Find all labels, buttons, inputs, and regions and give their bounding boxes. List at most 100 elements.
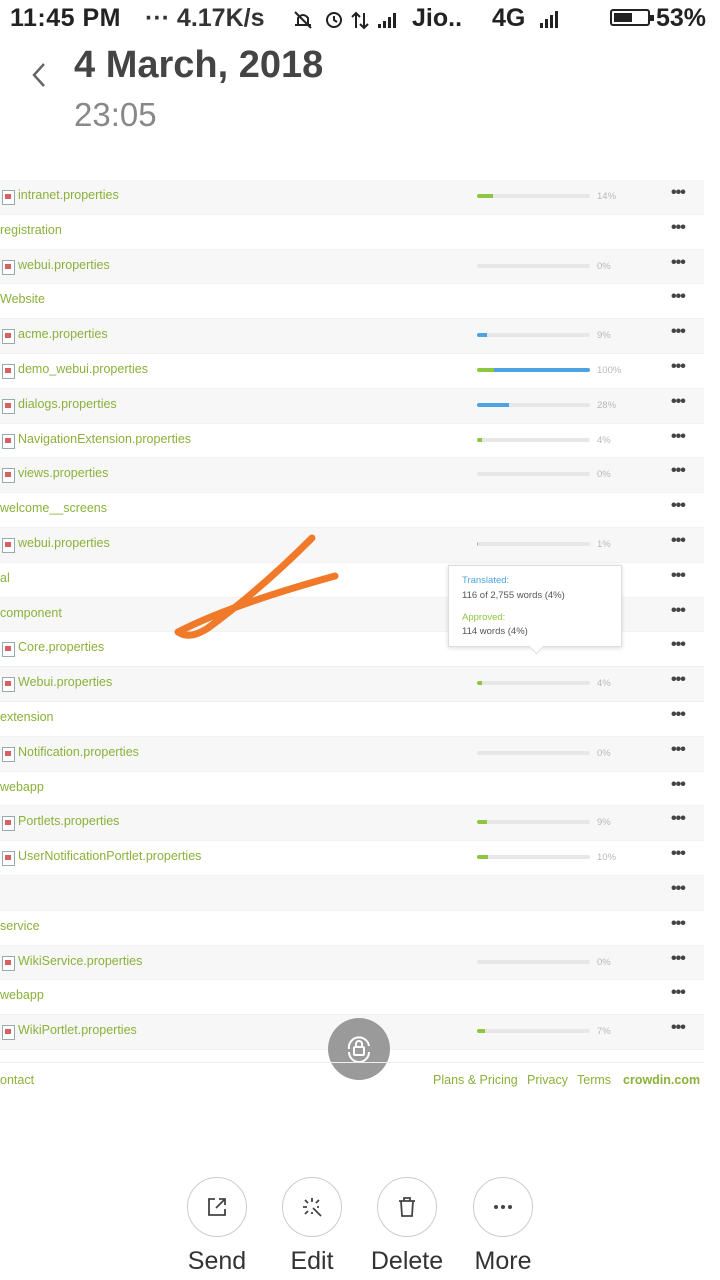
progress-approved-fill	[477, 1029, 485, 1034]
file-row[interactable]: demo_webui.properties 100% •••	[0, 354, 704, 389]
footer-privacy-link[interactable]: Privacy	[527, 1073, 568, 1087]
file-row[interactable]: webui.properties 1% •••	[0, 527, 704, 563]
folder-name[interactable]: registration	[0, 223, 62, 237]
handwritten-arrow-annotation	[174, 534, 339, 639]
folder-row[interactable]: welcome__screens •••	[0, 493, 704, 528]
signal-icon	[538, 9, 562, 29]
row-more-menu-icon[interactable]: •••	[671, 741, 686, 759]
row-more-menu-icon[interactable]: •••	[671, 323, 686, 341]
notification-icons	[292, 9, 396, 30]
edit-label: Edit	[290, 1247, 334, 1275]
file-icon	[2, 259, 15, 275]
row-more-menu-icon[interactable]: •••	[671, 567, 686, 585]
progress-percent: 9%	[597, 817, 611, 829]
row-more-menu-icon[interactable]: •••	[671, 219, 686, 237]
file-name[interactable]: NavigationExtension.properties	[18, 432, 191, 446]
row-more-menu-icon[interactable]: •••	[671, 776, 686, 794]
progress-bar	[477, 194, 590, 198]
file-row[interactable]: UserNotificationPortlet.properties 10% •••	[0, 841, 704, 876]
file-name[interactable]: views.properties	[18, 466, 108, 480]
row-more-menu-icon[interactable]: •••	[671, 358, 686, 376]
progress-bar	[477, 1029, 590, 1034]
file-row[interactable]: WikiService.properties 0% •••	[0, 945, 704, 981]
folder-name[interactable]: webapp	[0, 988, 44, 1002]
delete-button[interactable]: Delete	[359, 1177, 455, 1276]
file-icon	[2, 746, 15, 762]
folder-name[interactable]: service	[0, 919, 40, 933]
row-more-menu-icon[interactable]: •••	[671, 915, 686, 933]
footer-terms-link[interactable]: Terms	[577, 1073, 611, 1087]
lock-rotate-button[interactable]	[328, 1018, 390, 1080]
send-button[interactable]: Send	[169, 1177, 265, 1276]
file-row[interactable]: NavigationExtension.properties 4% •••	[0, 424, 704, 459]
file-row[interactable]: acme.properties 9% •••	[0, 319, 704, 354]
folder-name[interactable]: Website	[0, 292, 45, 306]
row-more-menu-icon[interactable]: •••	[671, 810, 686, 828]
file-name[interactable]: Portlets.properties	[18, 814, 119, 828]
file-name[interactable]: webui.properties	[18, 258, 110, 272]
file-row[interactable]: Portlets.properties 9% •••	[0, 806, 704, 842]
file-row[interactable]: webui.properties 0% •••	[0, 249, 704, 285]
row-more-menu-icon[interactable]: •••	[671, 636, 686, 654]
footer-contact-link[interactable]: ontact	[0, 1073, 34, 1087]
row-more-menu-icon[interactable]: •••	[671, 950, 686, 968]
file-row[interactable]: Notification.properties 0% •••	[0, 736, 704, 772]
folder-row[interactable]: •••	[0, 875, 704, 911]
file-name[interactable]: WikiPortlet.properties	[18, 1023, 137, 1037]
row-more-menu-icon[interactable]: •••	[671, 1019, 686, 1037]
row-more-menu-icon[interactable]: •••	[671, 184, 686, 202]
folder-name[interactable]: extension	[0, 710, 54, 724]
file-icon	[2, 190, 15, 205]
file-name[interactable]: acme.properties	[18, 327, 108, 341]
edit-button[interactable]: Edit	[264, 1177, 360, 1276]
row-more-menu-icon[interactable]: •••	[671, 254, 686, 272]
back-chevron-icon[interactable]	[26, 60, 56, 90]
file-row[interactable]: dialogs.properties 28% •••	[0, 388, 704, 424]
row-more-menu-icon[interactable]: •••	[671, 845, 686, 863]
folder-row[interactable]: webapp •••	[0, 980, 704, 1016]
file-name[interactable]: demo_webui.properties	[18, 362, 148, 376]
file-name[interactable]: webui.properties	[18, 536, 110, 550]
file-icon	[2, 468, 15, 484]
file-name[interactable]: dialogs.properties	[18, 397, 117, 411]
folder-row[interactable]: extension •••	[0, 702, 704, 737]
file-name[interactable]: WikiService.properties	[18, 954, 142, 968]
footer-plans-link[interactable]: Plans & Pricing	[433, 1073, 518, 1087]
file-name[interactable]: Core.properties	[18, 640, 104, 654]
file-row[interactable]: intranet.properties 14% •••	[0, 180, 704, 215]
row-more-menu-icon[interactable]: •••	[671, 602, 686, 620]
progress-percent: 1%	[597, 538, 611, 550]
row-more-menu-icon[interactable]: •••	[671, 532, 686, 550]
row-more-menu-icon[interactable]: •••	[671, 428, 686, 446]
folder-name[interactable]: al	[0, 571, 10, 585]
row-more-menu-icon[interactable]: •••	[671, 462, 686, 480]
file-name[interactable]: UserNotificationPortlet.properties	[18, 849, 201, 863]
row-more-menu-icon[interactable]: •••	[671, 288, 686, 306]
folder-name[interactable]: component	[0, 606, 62, 620]
folder-row[interactable]: registration •••	[0, 215, 704, 250]
file-name[interactable]: intranet.properties	[18, 188, 119, 202]
folder-name[interactable]: webapp	[0, 780, 44, 794]
file-name[interactable]: Notification.properties	[18, 745, 139, 759]
file-icon	[2, 433, 15, 449]
file-row[interactable]: Webui.properties 4% •••	[0, 667, 704, 702]
folder-row[interactable]: service •••	[0, 911, 704, 946]
file-row[interactable]: views.properties 0% •••	[0, 458, 704, 494]
page-subtitle-time: 23:05	[74, 96, 157, 133]
progress-percent: 7%	[597, 1026, 611, 1038]
footer-brand-link[interactable]: crowdin.com	[623, 1073, 700, 1087]
folder-row[interactable]: webapp •••	[0, 772, 704, 807]
row-more-menu-icon[interactable]: •••	[671, 880, 686, 898]
progress-approved-fill	[477, 194, 493, 198]
file-name[interactable]: Webui.properties	[18, 675, 112, 689]
row-more-menu-icon[interactable]: •••	[671, 671, 686, 689]
folder-name[interactable]: welcome__screens	[0, 501, 107, 515]
row-more-menu-icon[interactable]: •••	[671, 393, 686, 411]
folder-row[interactable]: Website •••	[0, 284, 704, 320]
row-more-menu-icon[interactable]: •••	[671, 984, 686, 1002]
progress-bar	[477, 541, 590, 546]
row-more-menu-icon[interactable]: •••	[671, 497, 686, 515]
more-button[interactable]: More	[455, 1177, 551, 1276]
status-carrier: Jio..	[412, 4, 463, 32]
row-more-menu-icon[interactable]: •••	[671, 706, 686, 724]
